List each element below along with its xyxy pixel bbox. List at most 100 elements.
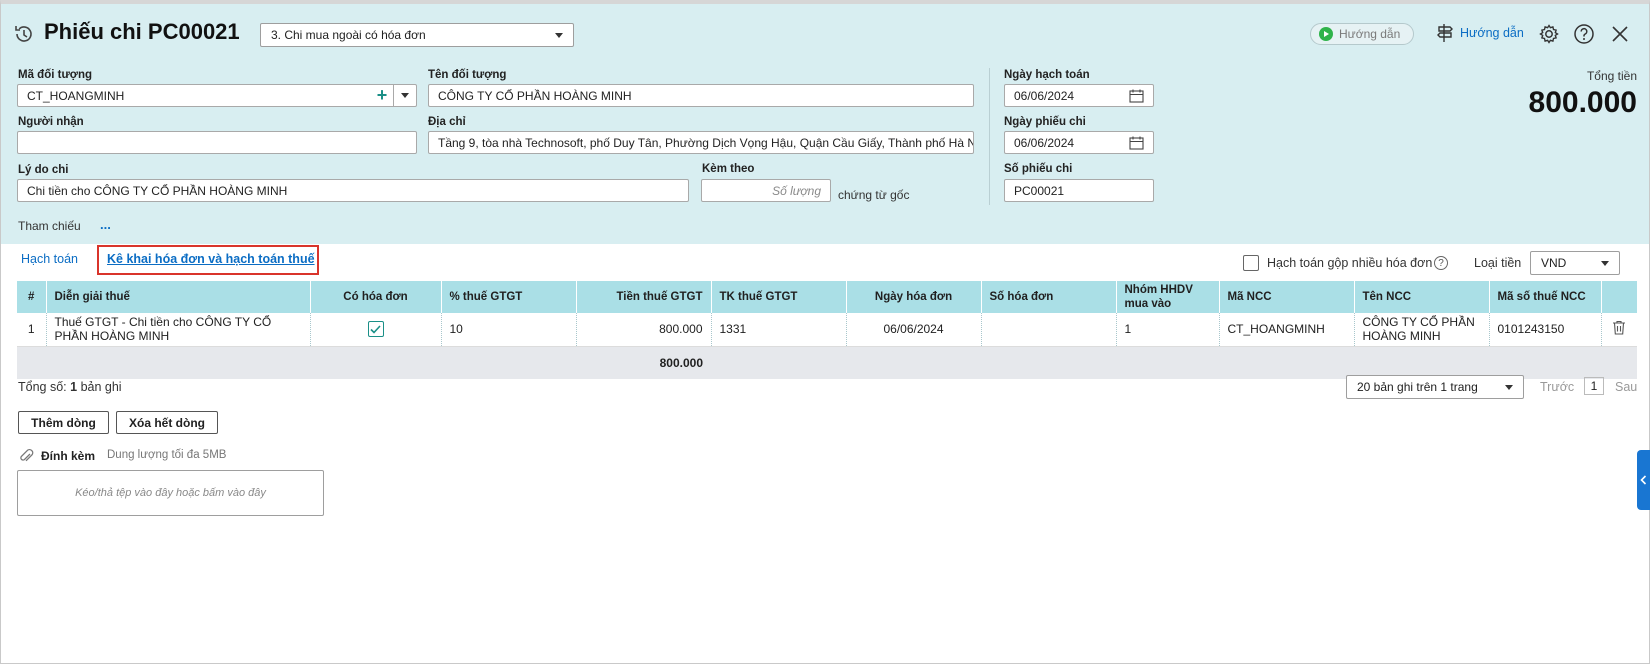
ma-doi-tuong-input[interactable]: CT_HOANGMINH + — [17, 84, 417, 107]
add-row-button[interactable]: Thêm dòng — [18, 411, 109, 434]
calendar-icon[interactable] — [1129, 89, 1144, 103]
ma-doi-tuong-value: CT_HOANGMINH — [27, 88, 125, 103]
chevron-down-icon — [555, 32, 563, 38]
col-so-hoa-don: Số hóa đơn — [981, 281, 1117, 313]
ma-doi-tuong-label: Mã đối tượng — [18, 69, 92, 81]
col-co-hoa-don: Có hóa đơn — [310, 281, 442, 313]
total-suffix: bản ghi — [80, 380, 122, 394]
kem-theo-placeholder: Số lượng — [772, 183, 821, 198]
cell-co-hoa-don[interactable] — [310, 313, 442, 347]
record-count: Tổng số: 1 bản ghi — [18, 380, 122, 394]
ngay-hach-toan-input[interactable]: 06/06/2024 — [1004, 84, 1154, 107]
tax-table: # Diễn giải thuế Có hóa đơn % thuế GTGT … — [17, 281, 1638, 379]
delete-all-rows-button[interactable]: Xóa hết dòng — [116, 411, 218, 434]
guide-link[interactable]: Hướng dẫn — [1436, 23, 1524, 43]
cell-ngay-hoa-don[interactable]: 06/06/2024 — [846, 313, 982, 347]
col-actions — [1601, 281, 1638, 313]
cell-so-hoa-don[interactable] — [981, 313, 1117, 347]
cell-index: 1 — [17, 313, 47, 347]
tham-chieu-label: Tham chiếu — [18, 219, 81, 233]
guide-label: Hướng dẫn — [1460, 26, 1524, 40]
col-ngay-hoa-don: Ngày hóa đơn — [846, 281, 982, 313]
ngay-phieu-chi-value: 06/06/2024 — [1014, 135, 1075, 150]
cell-nhom-hhdv[interactable]: 1 — [1116, 313, 1220, 347]
chevron-down-icon — [1505, 384, 1513, 390]
total-count: 1 — [70, 380, 78, 394]
col-dien-giai: Diễn giải thuế — [46, 281, 311, 313]
col-index: # — [17, 281, 47, 313]
col-phan-tram-thue: % thuế GTGT — [441, 281, 577, 313]
ngay-phieu-chi-input[interactable]: 06/06/2024 — [1004, 131, 1154, 154]
dia-chi-input[interactable]: Tầng 9, tòa nhà Technosoft, phố Duy Tân,… — [428, 131, 974, 154]
ly-do-chi-input[interactable]: Chi tiền cho CÔNG TY CỔ PHẦN HOÀNG MINH — [17, 179, 689, 202]
tong-tien-value: 800.000 — [1528, 86, 1637, 119]
kem-theo-suffix: chứng từ gốc — [838, 188, 910, 202]
ly-do-chi-label: Lý do chi — [18, 164, 69, 176]
calendar-icon[interactable] — [1129, 136, 1144, 150]
page-size-select[interactable]: 20 bản ghi trên 1 trang — [1346, 375, 1524, 399]
next-page[interactable]: Sau — [1615, 380, 1637, 394]
voucher-type-select[interactable]: 3. Chi mua ngoài có hóa đơn — [260, 23, 574, 47]
gop-hoa-don-checkbox[interactable] — [1243, 255, 1259, 271]
loai-tien-label: Loại tiền — [1474, 256, 1522, 270]
attach-hint: Dung lượng tối đa 5MB — [107, 449, 227, 461]
guide-video-label: Hướng dẫn — [1339, 27, 1401, 41]
history-icon[interactable] — [12, 22, 36, 46]
attach-drop-text: Kéo/thả tệp vào đây hoặc bấm vào đây — [75, 487, 266, 499]
help-icon[interactable] — [1572, 22, 1596, 46]
add-icon[interactable]: + — [371, 85, 393, 106]
total-tien-thue: 800.000 — [659, 355, 703, 370]
kem-theo-label: Kèm theo — [702, 163, 755, 175]
col-ten-ncc: Tên NCC — [1354, 281, 1490, 313]
tab-hach-toan[interactable]: Hạch toán — [21, 252, 78, 266]
trash-icon[interactable] — [1612, 320, 1626, 335]
cell-ma-ncc[interactable]: CT_HOANGMINH — [1219, 313, 1355, 347]
nguoi-nhan-label: Người nhận — [18, 116, 84, 128]
ngay-hach-toan-value: 06/06/2024 — [1014, 88, 1075, 103]
divider — [989, 68, 990, 205]
prev-page[interactable]: Trước — [1540, 380, 1574, 394]
nguoi-nhan-input[interactable] — [17, 131, 417, 154]
signpost-icon — [1437, 24, 1453, 42]
page-size-value: 20 bản ghi trên 1 trang — [1357, 380, 1478, 394]
col-nhom-hhdv: Nhóm HHDV mua vào — [1116, 281, 1220, 313]
cell-tk-thue[interactable]: 1331 — [711, 313, 847, 347]
ten-doi-tuong-label: Tên đối tượng — [428, 69, 507, 81]
side-panel-toggle[interactable] — [1637, 450, 1650, 510]
col-ma-ncc: Mã NCC — [1219, 281, 1355, 313]
tab-ke-khai-hoa-don[interactable]: Kê khai hóa đơn và hạch toán thuế — [107, 252, 315, 266]
table-header-row: # Diễn giải thuế Có hóa đơn % thuế GTGT … — [17, 281, 1638, 313]
cell-ten-ncc[interactable]: CÔNG TY CỔ PHẦN HOÀNG MINH — [1354, 313, 1490, 347]
cell-delete[interactable] — [1601, 313, 1637, 347]
co-hoa-don-checkbox[interactable] — [367, 321, 384, 338]
col-tk-thue: TK thuế GTGT — [711, 281, 847, 313]
tong-tien-label: Tổng tiền — [1586, 69, 1637, 83]
voucher-type-value: 3. Chi mua ngoài có hóa đơn — [271, 28, 426, 42]
paperclip-icon — [18, 447, 34, 468]
info-help-icon[interactable]: ? — [1434, 256, 1448, 270]
attach-label: Đính kèm — [41, 449, 96, 463]
dia-chi-label: Địa chỉ — [428, 116, 466, 128]
loai-tien-select[interactable]: VND — [1530, 251, 1620, 275]
ngay-hach-toan-label: Ngày hạch toán — [1004, 69, 1090, 81]
cell-dien-giai[interactable]: Thuế GTGT - Chi tiền cho CÔNG TY CỔ PHẦN… — [46, 313, 311, 347]
settings-gear-icon[interactable] — [1537, 22, 1561, 46]
close-icon[interactable] — [1608, 22, 1632, 46]
col-mst-ncc: Mã số thuế NCC — [1489, 281, 1602, 313]
col-tien-thue: Tiền thuế GTGT — [576, 281, 712, 313]
play-icon — [1319, 27, 1333, 41]
guide-video-button[interactable]: Hướng dẫn — [1310, 23, 1414, 45]
ten-doi-tuong-input[interactable]: CÔNG TY CỔ PHẦN HOÀNG MINH — [428, 84, 974, 107]
ma-doi-tuong-dropdown[interactable] — [393, 85, 416, 106]
table-row[interactable]: 1 Thuế GTGT - Chi tiền cho CÔNG TY CỔ PH… — [17, 313, 1637, 347]
so-phieu-chi-input[interactable]: PC00021 — [1004, 179, 1154, 202]
kem-theo-input[interactable]: Số lượng — [701, 179, 831, 202]
gop-hoa-don-label: Hạch toán gộp nhiều hóa đơn — [1267, 256, 1433, 270]
cell-phan-tram-thue[interactable]: 10 — [441, 313, 577, 347]
cell-mst-ncc[interactable]: 0101243150 — [1489, 313, 1602, 347]
cell-tien-thue[interactable]: 800.000 — [576, 313, 712, 347]
tham-chieu-more[interactable]: ... — [100, 217, 111, 232]
loai-tien-value: VND — [1541, 256, 1567, 270]
current-page[interactable]: 1 — [1584, 377, 1604, 395]
attach-dropzone[interactable]: Kéo/thả tệp vào đây hoặc bấm vào đây — [17, 470, 324, 516]
